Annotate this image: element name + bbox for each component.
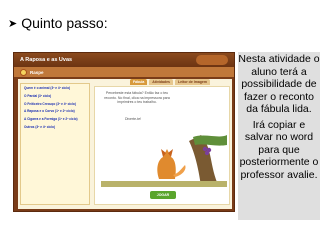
note-box: Nesta atividade o aluno terá a possibili… <box>238 52 320 220</box>
app-screenshot: A Raposa e as Uvas Raspe Quem é o animal… <box>13 52 235 212</box>
play-button[interactable]: JOGAR <box>150 191 176 199</box>
fox-grapes-illustration <box>101 135 227 187</box>
list-item[interactable]: O Pardal (3º ciclo) <box>24 94 86 99</box>
list-item[interactable]: O Feiticeiro Creouço (3º e 4º ciclo) <box>24 102 86 107</box>
fable-list: Quem é o animal (3º e 4º ciclo) O Pardal… <box>20 83 90 205</box>
list-item[interactable]: Quem é o animal (3º e 4º ciclo) <box>24 86 86 91</box>
activity-wish: Diverte-te! <box>125 117 142 121</box>
tab-bar: Fábula Atividades Leitor de Imagem <box>130 79 210 85</box>
app-panel: Quem é o animal (3º e 4º ciclo) O Pardal… <box>18 79 232 209</box>
tab-fabula[interactable]: Fábula <box>130 79 148 85</box>
list-item[interactable]: A Cigarra e a Formiga (1º e 2º ciclo) <box>24 117 86 122</box>
fable-content: Percebeste esta fábula? Então faz o teu … <box>94 86 230 205</box>
right-arrowhead-icon: ➤ <box>8 16 18 30</box>
nav-label[interactable]: Raspe <box>30 70 44 75</box>
note-paragraph-2: Irá copiar e salvar no word para que pos… <box>239 118 319 181</box>
tab-atividades[interactable]: Atividades <box>149 79 173 85</box>
home-icon[interactable] <box>20 68 27 76</box>
vine-leaves <box>193 135 227 146</box>
list-item[interactable]: A Raposa e o Corvo (1º e 2º ciclo) <box>24 109 86 114</box>
list-item[interactable]: Outros (3º e 4º ciclo) <box>24 125 86 130</box>
slide-heading: ➤ Quinto passo: <box>8 14 108 32</box>
fox-body <box>157 149 176 179</box>
title-decoration <box>196 55 228 65</box>
grape <box>204 150 210 156</box>
activity-instructions: Percebeste esta fábula? Então faz o teu … <box>104 91 170 104</box>
note-paragraph-1: Nesta atividade o aluno terá a possibili… <box>238 53 320 115</box>
tab-leitor-imagem[interactable]: Leitor de Imagem <box>174 79 210 85</box>
grape <box>202 146 208 152</box>
app-nav-bar: Raspe <box>14 67 234 77</box>
slide-title: Quinto passo: <box>21 15 108 31</box>
ground <box>101 181 227 187</box>
